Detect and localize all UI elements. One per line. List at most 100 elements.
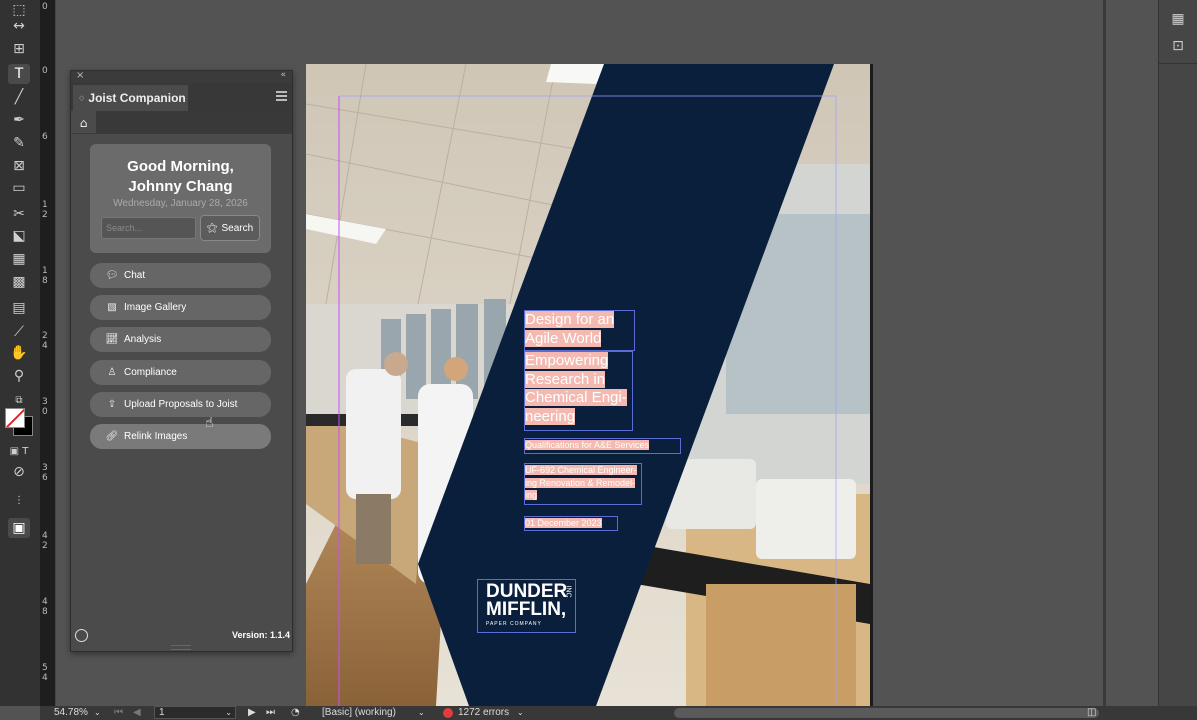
hand-tool-icon[interactable]: ✋	[8, 343, 30, 363]
search-button-label: Search	[221, 222, 254, 234]
chat-label: Chat	[124, 270, 146, 281]
ruler-number: 3 6	[42, 463, 48, 483]
type-tool-icon[interactable]: T	[8, 64, 30, 84]
eyedropper-tool-icon[interactable]: ⟋	[8, 322, 30, 342]
page-edge	[870, 64, 873, 706]
panel-resize-grip[interactable]	[171, 645, 191, 650]
close-icon[interactable]: ×	[76, 70, 84, 81]
cc-libraries-icon[interactable]: ⊡	[1168, 36, 1188, 56]
content-collector-icon[interactable]: ⊞	[8, 39, 30, 59]
pages-panel-icon[interactable]: ▦	[1168, 9, 1188, 29]
pen-tool-icon[interactable]: ✒	[8, 110, 30, 130]
relink-images-button[interactable]: 🔗︎ Relink Images	[90, 424, 271, 449]
link-icon: 🔗︎	[105, 431, 119, 442]
normal-view-icon[interactable]: ▣	[8, 518, 30, 538]
chat-button[interactable]: 💬︎ Chat	[90, 263, 271, 288]
panel-title: Joist Companion	[88, 91, 186, 105]
free-transform-tool-icon[interactable]: ⬕	[8, 226, 30, 246]
ruler-number: 0	[42, 2, 48, 12]
next-page-icon[interactable]: ▶	[248, 707, 256, 719]
upload-proposals-button[interactable]: ⇪ Upload Proposals to Joist	[90, 392, 271, 417]
qualifications-text: Qualifications for A&E Services	[525, 440, 650, 450]
rectangle-tool-icon[interactable]: ▭	[8, 178, 30, 198]
compliance-button[interactable]: ♙ Compliance	[90, 360, 271, 385]
compliance-icon: ♙	[107, 367, 117, 378]
analysis-label: Analysis	[124, 334, 162, 345]
ruler-number: 4 8	[42, 597, 48, 617]
gradient-feather-tool-icon[interactable]: ▩	[8, 272, 30, 292]
title-frame[interactable]: Design for an Agile World	[524, 310, 635, 351]
greeting-title: Good Morning, Johnny Chang	[90, 157, 271, 197]
ruler-number: 0	[42, 66, 48, 76]
zoom-level[interactable]: 54.78%	[54, 707, 88, 719]
formatting-container-icon[interactable]: ▣ T	[8, 441, 30, 461]
project-frame[interactable]: UF-692 Chemical Engineer- ing Renovation…	[524, 463, 642, 505]
subtitle-line: neering	[525, 407, 576, 425]
tab-grip-icon: ◇	[79, 94, 85, 102]
logo-line-2: MIFFLIN,	[486, 599, 567, 620]
preflight-profile[interactable]: [Basic] (working)	[322, 707, 396, 719]
split-window-icon[interactable]: ◫	[1087, 707, 1096, 719]
greeting-line-1: Good Morning,	[127, 158, 234, 175]
user-icon[interactable]	[75, 629, 88, 642]
line-tool-icon[interactable]: ╱	[8, 87, 30, 107]
fill-stroke-swatch[interactable]	[5, 408, 33, 436]
default-colors-icon[interactable]: ⧉	[8, 390, 30, 410]
ruler-number: 1 8	[42, 266, 48, 286]
search-input[interactable]	[101, 217, 196, 239]
document-page[interactable]: Design for an Agile World Empowering Res…	[306, 64, 870, 706]
errors-dropdown-icon[interactable]: ⌄	[517, 707, 524, 719]
profile-dropdown-icon[interactable]: ⌄	[418, 707, 425, 719]
search-button[interactable]: ⚝ Search	[200, 215, 260, 241]
screen-mode-icon[interactable]: ⋮	[8, 490, 30, 510]
dunder-mifflin-logo[interactable]: DUNDER MIFFLIN, INC PAPER COMPANY	[477, 579, 576, 633]
analysis-icon: 📈︎	[105, 334, 119, 345]
chat-icon: 💬︎	[105, 270, 119, 281]
pencil-tool-icon[interactable]: ✎	[8, 133, 30, 153]
user-name: Johnny Chang	[128, 178, 233, 195]
project-line: ing Renovation & Remodel-	[525, 477, 636, 488]
document-date: 01 December 2023	[525, 518, 602, 528]
relink-label: Relink Images	[124, 431, 188, 442]
scissors-tool-icon[interactable]: ✂	[8, 204, 30, 224]
logo-tagline: PAPER COMPANY	[486, 621, 542, 627]
page-number-field[interactable]: 1 ⌄	[154, 706, 236, 719]
image-gallery-button[interactable]: ▧ Image Gallery	[90, 295, 271, 320]
panel-nav-bar	[96, 111, 292, 133]
title-line-1: Design for an	[525, 311, 615, 328]
first-page-icon[interactable]: ⏮	[114, 707, 123, 719]
status-bar: 54.78% ⌄ ⏮ ◀ 1 ⌄ ▶ ⏭ ◔ [Basic] (working)…	[40, 706, 1197, 720]
panel-menu-icon[interactable]	[276, 91, 287, 101]
panel-nav: ⌂	[71, 111, 292, 134]
apply-none-icon[interactable]: ⊘	[8, 462, 30, 482]
subtitle-line: Research in	[525, 370, 606, 388]
joist-companion-panel: × « ◇ Joist Companion ⌂ Good Morning, Jo…	[70, 70, 293, 652]
gap-tool-icon[interactable]: ↔	[8, 16, 30, 36]
panel-header-bar: × «	[71, 70, 292, 83]
note-tool-icon[interactable]: ▤	[8, 298, 30, 318]
project-line: ing	[525, 490, 538, 500]
ruler-number: 5 4	[42, 663, 48, 683]
zoom-dropdown-icon[interactable]: ⌄	[94, 707, 101, 719]
logo-inc: INC	[564, 585, 572, 598]
gradient-swatch-tool-icon[interactable]: ▦	[8, 249, 30, 269]
greeting-date: Wednesday, January 28, 2026	[113, 198, 248, 209]
analysis-button[interactable]: 📈︎ Analysis	[90, 327, 271, 352]
panel-tab-row: ◇ Joist Companion	[71, 83, 292, 111]
tab-joist-companion[interactable]: ◇ Joist Companion	[73, 85, 188, 111]
panel-footer: Version: 1.1.4	[71, 627, 292, 645]
previous-page-icon[interactable]: ◀	[133, 707, 141, 719]
date-frame[interactable]: 01 December 2023	[524, 516, 618, 531]
ruler-number: 3 0	[42, 397, 48, 417]
qualifications-frame[interactable]: Qualifications for A&E Services	[524, 438, 681, 454]
horizontal-scrollbar[interactable]	[674, 708, 1099, 718]
collapse-icon[interactable]: «	[280, 70, 286, 80]
last-page-icon[interactable]: ⏭	[266, 707, 275, 719]
rectangle-frame-tool-icon[interactable]: ⊠	[8, 156, 30, 176]
error-count[interactable]: 1272 errors	[458, 707, 509, 719]
subtitle-line: Empowering	[525, 352, 609, 369]
subtitle-frame[interactable]: Empowering Research in Chemical Engi- ne…	[524, 351, 633, 431]
home-icon[interactable]: ⌂	[75, 113, 92, 132]
preflight-icon[interactable]: ◔	[291, 707, 300, 719]
zoom-tool-icon[interactable]: ⚲	[8, 366, 30, 386]
